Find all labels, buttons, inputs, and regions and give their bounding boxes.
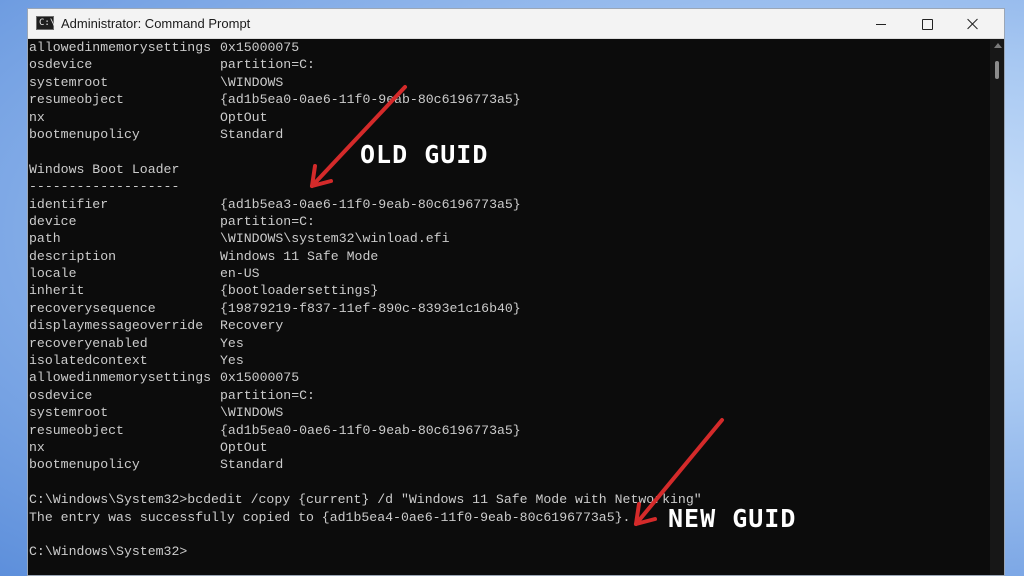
setting-value: partition=C:	[220, 387, 315, 403]
setting-value: Yes	[220, 335, 244, 351]
vertical-scrollbar[interactable]	[990, 39, 1004, 575]
console-text-line: C:\Windows\System32>bcdedit /copy {curre…	[29, 492, 702, 508]
setting-name: resumeobject	[29, 422, 124, 438]
setting-name: path	[29, 231, 61, 247]
setting-value: partition=C:	[220, 213, 315, 229]
console-line: nx OptOut	[29, 109, 702, 126]
setting-value: \WINDOWS	[220, 405, 284, 421]
setting-name: osdevice	[29, 57, 93, 73]
setting-name: recoveryenabled	[29, 335, 148, 351]
setting-name: systemroot	[29, 74, 109, 90]
setting-value: Yes	[220, 353, 244, 369]
console-line: displaymessageoverride Recovery	[29, 317, 702, 334]
console-line: bootmenupolicy Standard	[29, 456, 702, 473]
setting-name: description	[29, 248, 117, 264]
console-line: allowedinmemorysettings 0x15000075	[29, 369, 702, 386]
console-line: recoveryenabled Yes	[29, 335, 702, 352]
console-line: locale en-US	[29, 265, 702, 282]
setting-value: {ad1b5ea0-0ae6-11f0-9eab-80c6196773a5}	[220, 422, 521, 438]
setting-name: allowedinmemorysettings	[29, 370, 212, 386]
console-line: path \WINDOWS\system32\winload.efi	[29, 230, 702, 247]
close-button[interactable]	[950, 9, 996, 39]
console-line: osdevice partition=C:	[29, 56, 702, 73]
console-text-line: C:\Windows\System32>	[29, 544, 188, 560]
setting-value: {ad1b5ea0-0ae6-11f0-9eab-80c6196773a5}	[220, 92, 521, 108]
console-text-line: The entry was successfully copied to {ad…	[29, 509, 631, 525]
console-line: identifier {ad1b5ea3-0ae6-11f0-9eab-80c61…	[29, 196, 702, 213]
minimize-button[interactable]	[858, 9, 904, 39]
setting-value: 0x15000075	[220, 40, 300, 55]
setting-name: recoverysequence	[29, 300, 156, 316]
setting-value: {19879219-f837-11ef-890c-8393e1c16b40}	[220, 300, 521, 316]
setting-value: Recovery	[220, 318, 284, 334]
console-line: The entry was successfully copied to {ad…	[29, 509, 702, 526]
minimize-icon	[876, 23, 886, 25]
console-line: osdevice partition=C:	[29, 387, 702, 404]
new-guid-label: NEW GUID	[668, 504, 797, 533]
scroll-up-arrow-icon[interactable]	[994, 43, 1002, 48]
setting-name: nx	[29, 439, 45, 455]
console-line: systemroot \WINDOWS	[29, 74, 702, 91]
console-line: device partition=C:	[29, 213, 702, 230]
setting-value: Windows 11 Safe Mode	[220, 248, 379, 264]
setting-value: 0x15000075	[220, 370, 300, 386]
setting-name: bootmenupolicy	[29, 126, 140, 142]
close-icon	[967, 18, 979, 30]
old-guid-label: OLD GUID	[360, 140, 489, 169]
setting-value: partition=C:	[220, 57, 315, 73]
command-prompt-window: C:\_ Administrator: Command Prompt allow…	[27, 8, 1005, 576]
console-text-line: -------------------	[29, 179, 180, 195]
setting-name: isolatedcontext	[29, 353, 148, 369]
console-text: allowedinmemorysettings 0x15000075 osdevic…	[29, 39, 702, 561]
console-line: inherit {bootloadersettings}	[29, 282, 702, 299]
maximize-icon	[921, 18, 933, 30]
console-line: description Windows 11 Safe Mode	[29, 248, 702, 265]
console-line: resumeobject {ad1b5ea0-0ae6-11f0-9eab-80c…	[29, 422, 702, 439]
setting-name: systemroot	[29, 405, 109, 421]
setting-value: Standard	[220, 457, 284, 473]
setting-value: {bootloadersettings}	[220, 283, 379, 299]
setting-name: device	[29, 213, 77, 229]
console-output[interactable]: allowedinmemorysettings 0x15000075 osdevic…	[28, 39, 990, 575]
setting-value: {ad1b5ea3-0ae6-11f0-9eab-80c6196773a5}	[220, 196, 521, 212]
setting-name: osdevice	[29, 387, 93, 403]
console-line: C:\Windows\System32>	[29, 543, 702, 560]
setting-value: Standard	[220, 126, 284, 142]
console-line: isolatedcontext Yes	[29, 352, 702, 369]
console-text-line: Windows Boot Loader	[29, 161, 180, 177]
console-line: nx OptOut	[29, 439, 702, 456]
maximize-button[interactable]	[904, 9, 950, 39]
setting-value: OptOut	[220, 439, 268, 455]
console-line: C:\Windows\System32>bcdedit /copy {curre…	[29, 491, 702, 508]
console-line: recoverysequence {19879219-f837-11ef-890c…	[29, 300, 702, 317]
setting-name: displaymessageoverride	[29, 318, 204, 334]
setting-value: OptOut	[220, 109, 268, 125]
setting-name: resumeobject	[29, 92, 124, 108]
console-line: resumeobject {ad1b5ea0-0ae6-11f0-9eab-80c…	[29, 91, 702, 108]
setting-value: en-US	[220, 266, 260, 282]
console-line: systemroot \WINDOWS	[29, 404, 702, 421]
console-line: allowedinmemorysettings 0x15000075	[29, 39, 702, 56]
setting-name: nx	[29, 109, 45, 125]
setting-name: bootmenupolicy	[29, 457, 140, 473]
setting-name: locale	[29, 266, 77, 282]
title-bar[interactable]: C:\_ Administrator: Command Prompt	[28, 9, 1004, 39]
setting-value: \WINDOWS	[220, 74, 284, 90]
setting-value: \WINDOWS\system32\winload.efi	[220, 231, 450, 247]
scroll-thumb[interactable]	[995, 61, 999, 79]
setting-name: inherit	[29, 283, 85, 299]
command-prompt-icon: C:\_	[36, 16, 61, 30]
console-line: -------------------	[29, 178, 702, 195]
setting-name: identifier	[29, 196, 109, 212]
setting-name: allowedinmemorysettings	[29, 40, 212, 55]
window-title: Administrator: Command Prompt	[61, 16, 251, 31]
